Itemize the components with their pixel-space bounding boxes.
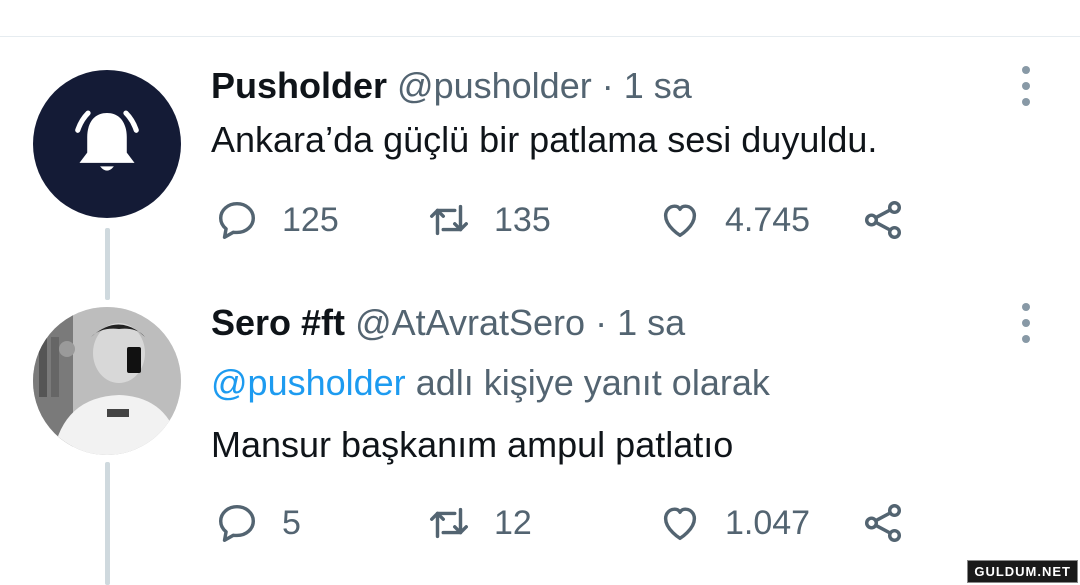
timestamp[interactable]: 1 sa [617, 302, 685, 343]
heart-icon [663, 507, 697, 541]
retweet-button[interactable]: 12 [426, 498, 532, 548]
display-name[interactable]: Sero #ft [211, 302, 345, 343]
separator: · [595, 302, 608, 343]
watermark: GULDUM.NET [967, 560, 1078, 583]
reply-count: 5 [282, 503, 301, 542]
share-icon [864, 504, 902, 542]
tweet-text: Mansur başkanım ampul patlatıo [211, 424, 734, 465]
reply-context: @pusholder adlı kişiye yanıt olarak [211, 361, 1040, 405]
reply-icon [218, 504, 256, 542]
reply-to-handle[interactable]: @pusholder [211, 362, 406, 403]
retweet-count: 12 [494, 503, 532, 542]
handle[interactable]: @AtAvratSero [355, 302, 585, 343]
tweet[interactable]: Sero #ft @AtAvratSero · 1 sa @pusholder … [0, 0, 1080, 585]
retweet-icon [430, 507, 468, 539]
reply-button[interactable]: 5 [214, 498, 301, 548]
more-options-icon[interactable] [1020, 303, 1032, 343]
like-button[interactable]: 1.047 [657, 498, 810, 548]
share-button[interactable] [860, 500, 906, 546]
tweet-header: Sero #ft @AtAvratSero · 1 sa [211, 303, 1040, 343]
reply-to-label: adlı kişiye yanıt olarak [415, 362, 770, 403]
like-count: 1.047 [725, 503, 811, 542]
tweet-actions: 5 12 1.047 [214, 498, 914, 548]
user-photo [33, 307, 181, 455]
avatar[interactable] [33, 307, 181, 455]
